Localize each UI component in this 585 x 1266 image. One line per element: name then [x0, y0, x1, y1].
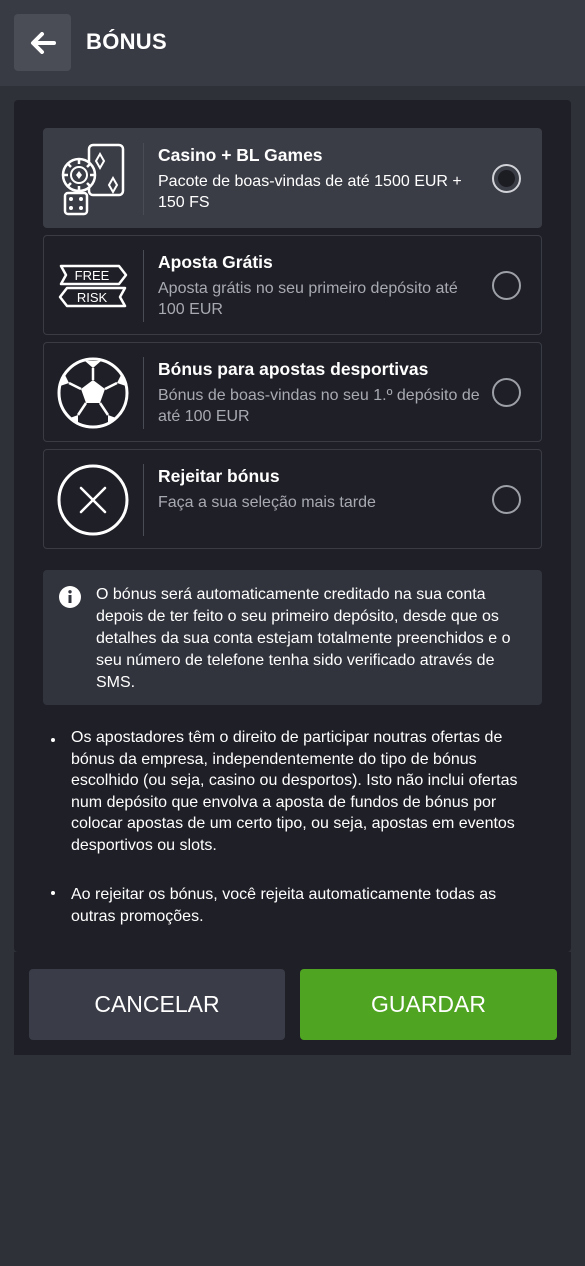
bonus-option-free-bet[interactable]: FREE RISK Aposta Grátis Aposta grátis no…: [43, 235, 542, 335]
rule-text: Os apostadores têm o direito de particip…: [71, 729, 518, 854]
option-title: Casino + BL Games: [158, 145, 323, 165]
arrow-left-icon: [30, 31, 56, 54]
back-button[interactable]: [14, 14, 71, 71]
page-title: BÓNUS: [86, 29, 167, 54]
soccer-ball-icon: [54, 355, 132, 431]
casino-cards-dice-icon: [54, 141, 132, 217]
bullet: [51, 738, 55, 742]
reject-x-icon: [54, 462, 132, 538]
save-button[interactable]: GUARDAR: [300, 969, 557, 1040]
option-description: Faça a sua seleção mais tarde: [158, 494, 376, 511]
info-text: O bónus será automaticamente creditado n…: [96, 586, 511, 691]
option-title: Bónus para apostas desportivas: [158, 359, 429, 379]
option-title: Rejeitar bónus: [158, 466, 280, 486]
option-description: Bónus de boas-vindas no seu 1.º depósito…: [158, 387, 480, 425]
option-radio[interactable]: [492, 485, 521, 514]
option-radio[interactable]: [492, 164, 521, 193]
bonus-option-sports[interactable]: Bónus para apostas desportivas Bónus de …: [43, 342, 542, 442]
option-title: Aposta Grátis: [158, 252, 273, 272]
option-description: Aposta grátis no seu primeiro depósito a…: [158, 280, 458, 318]
bullet: [51, 891, 55, 895]
option-radio[interactable]: [492, 378, 521, 407]
bonus-panel: Casino + BL Games Pacote de boas-vindas …: [14, 100, 571, 952]
info-box: O bónus será automaticamente creditado n…: [43, 570, 542, 705]
option-radio[interactable]: [492, 271, 521, 300]
footer-actions: CANCELAR GUARDAR: [14, 952, 571, 1055]
option-divider: [143, 357, 144, 429]
free-label: FREE: [75, 268, 110, 283]
free-risk-icon: FREE RISK: [54, 248, 132, 324]
header: BÓNUS: [0, 0, 585, 86]
option-divider: [143, 143, 144, 215]
option-divider: [143, 464, 144, 536]
bonus-option-casino[interactable]: Casino + BL Games Pacote de boas-vindas …: [43, 128, 542, 228]
bonus-option-reject[interactable]: Rejeitar bónus Faça a sua seleção mais t…: [43, 449, 542, 549]
cancel-button[interactable]: CANCELAR: [29, 969, 285, 1040]
option-description: Pacote de boas-vindas de até 1500 EUR + …: [158, 173, 462, 211]
option-divider: [143, 250, 144, 322]
info-icon: [59, 586, 81, 608]
rule-text: Ao rejeitar os bónus, você rejeita autom…: [71, 886, 497, 925]
risk-label: RISK: [77, 290, 108, 305]
